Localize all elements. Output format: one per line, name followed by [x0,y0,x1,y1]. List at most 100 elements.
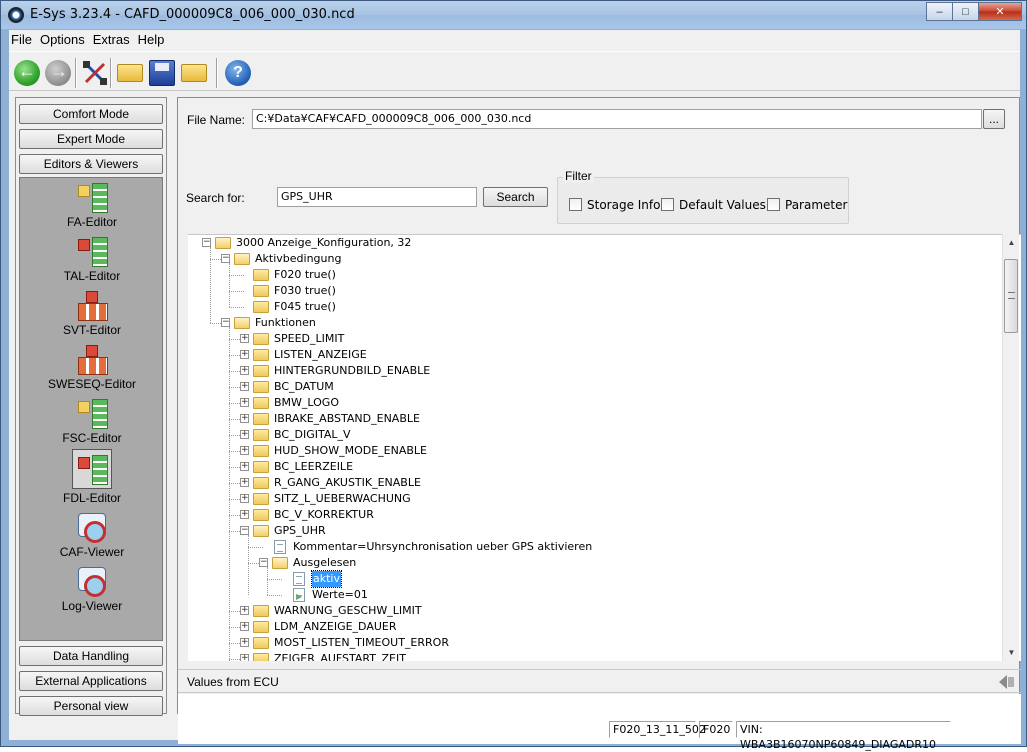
data-handling-button[interactable]: Data Handling [19,646,163,666]
tree-node[interactable]: + MOST_LISTEN_TIMEOUT_ERROR [188,635,1003,651]
tree-node[interactable]: + R_GANG_AKUSTIK_ENABLE [188,475,1003,491]
tree-node[interactable]: + IBRAKE_ABSTAND_ENABLE [188,411,1003,427]
tree-node[interactable]: − Funktionen [188,315,1003,331]
collapse-toggle-icon[interactable]: − [202,238,211,247]
expand-toggle-icon[interactable]: + [240,478,249,487]
personal-view-button[interactable]: Personal view [19,696,163,716]
fsc-editor-icon [76,397,108,429]
close-button[interactable]: ✕ [978,2,1022,21]
maximize-button[interactable]: □ [952,2,979,21]
tree-node[interactable]: − GPS_UHR [188,523,1003,539]
help-icon[interactable]: ? [225,60,251,86]
storage-info-checkbox[interactable]: Storage Info [569,198,660,212]
expand-toggle-icon[interactable]: + [240,654,249,661]
collapse-toggle-icon[interactable]: − [221,254,230,263]
open-folder-icon[interactable] [117,64,143,82]
tree-node[interactable]: + BC_DIGITAL_V [188,427,1003,443]
fsc-editor-item[interactable]: FSC-Editor [20,397,164,445]
tree-vertical-scrollbar[interactable]: ▲ ▼ [1002,234,1019,661]
tree-node[interactable]: aktiv [188,570,1003,588]
expand-toggle-icon[interactable]: + [240,350,249,359]
expand-toggle-icon[interactable]: + [240,398,249,407]
expand-toggle-icon[interactable]: + [240,494,249,503]
expand-toggle-icon[interactable]: + [240,622,249,631]
expand-toggle-icon[interactable]: + [240,334,249,343]
parameter-checkbox[interactable]: Parameter [767,198,847,212]
search-button[interactable]: Search [483,187,548,207]
tree-node[interactable]: + SPEED_LIMIT [188,331,1003,347]
collapse-toggle-icon[interactable]: − [240,526,249,535]
forward-icon[interactable] [45,60,71,86]
tree-node[interactable]: F045 true() [188,299,1003,315]
file-name-field[interactable]: C:¥Data¥CAF¥CAFD_000009C8_006_000_030.nc… [252,109,982,129]
tal-editor-item[interactable]: TAL-Editor [20,235,164,283]
tree-node-label: F045 true() [274,300,336,313]
minimize-button[interactable]: – [926,2,953,21]
expand-toggle-icon[interactable]: + [240,414,249,423]
cafd-tree[interactable]: −3000 Anzeige_Konfiguration, 32− Aktivbed… [188,234,1021,661]
tree-node[interactable]: F020 true() [188,267,1003,283]
menu-help[interactable]: Help [134,30,169,50]
collapse-toggle-icon[interactable]: − [259,558,268,567]
tree-node[interactable]: + HUD_SHOW_MODE_ENABLE [188,443,1003,459]
tree-node[interactable]: + BMW_LOGO [188,395,1003,411]
tree-node[interactable]: + HINTERGRUNDBILD_ENABLE [188,363,1003,379]
expand-toggle-icon[interactable]: + [240,430,249,439]
collapse-toggle-icon[interactable]: − [221,318,230,327]
title-bar[interactable]: E-Sys 3.23.4 - CAFD_000009C8_006_000_030… [1,1,1026,29]
folder-icon [253,413,269,425]
default-values-checkbox[interactable]: Default Values [661,198,766,212]
tree-node[interactable]: − 3000 Anzeige_Konfiguration, 32 [188,235,1003,251]
tree-node[interactable]: + SITZ_L_UEBERWACHUNG [188,491,1003,507]
menu-extras[interactable]: Extras [89,30,134,50]
tree-node[interactable]: + BC_V_KORREKTUR [188,507,1003,523]
scroll-up-arrow[interactable]: ▲ [1003,234,1020,251]
tree-node[interactable]: + BC_LEERZEILE [188,459,1003,475]
tree-node[interactable]: + WARNUNG_GESCHW_LIMIT [188,603,1003,619]
editors-viewers-button[interactable]: Editors & Viewers [19,154,163,174]
tree-node-label: BC_LEERZEILE [274,460,354,473]
tree-node[interactable]: F030 true() [188,283,1003,299]
external-applications-button[interactable]: External Applications [19,671,163,691]
tree-node[interactable]: + ZEIGER_AUFSTART_ZEIT [188,651,1003,661]
search-input[interactable]: GPS_UHR [277,187,477,207]
expand-toggle-icon[interactable]: + [240,462,249,471]
menu-file[interactable]: File [9,30,36,50]
checkbox-box[interactable] [661,198,674,211]
svt-editor-item[interactable]: SVT-Editor [20,289,164,337]
menu-options[interactable]: Options [36,30,89,50]
open-file-icon[interactable] [181,64,207,82]
save-icon[interactable] [149,60,175,86]
fdl-editor-item[interactable]: FDL-Editor [20,449,164,505]
expand-toggle-icon[interactable]: + [240,606,249,615]
tree-node[interactable]: Kommentar=Uhrsynchronisation ueber GPS a… [188,539,1003,555]
folder-icon [253,477,269,489]
tree-node[interactable]: − Ausgelesen [188,555,1003,571]
tree-node[interactable]: + BC_DATUM [188,379,1003,395]
expand-toggle-icon[interactable]: + [240,510,249,519]
expert-mode-button[interactable]: Expert Mode [19,129,163,149]
scroll-down-arrow[interactable]: ▼ [1003,644,1020,661]
collapse-arrow-icon[interactable] [999,675,1015,689]
checkbox-box[interactable] [767,198,780,211]
fdl-editor-panel: File Name: C:¥Data¥CAF¥CAFD_000009C8_006… [177,97,1021,744]
browse-button[interactable]: ... [983,109,1005,129]
sweseq-editor-item[interactable]: SWESEQ-Editor [20,343,164,391]
connect-icon[interactable] [82,60,108,86]
tree-node[interactable]: + LISTEN_ANZEIGE [188,347,1003,363]
expand-toggle-icon[interactable]: + [240,638,249,647]
tree-node[interactable]: + LDM_ANZEIGE_DAUER [188,619,1003,635]
fa-editor-item[interactable]: FA-Editor [20,181,164,229]
expand-toggle-icon[interactable]: + [240,366,249,375]
expand-toggle-icon[interactable]: + [240,382,249,391]
back-icon[interactable] [14,60,40,86]
log-viewer-item[interactable]: Log-Viewer [20,565,164,613]
checkbox-box[interactable] [569,198,582,211]
comfort-mode-button[interactable]: Comfort Mode [19,104,163,124]
file-name-label: File Name: [187,113,246,127]
tree-node[interactable]: − Aktivbedingung [188,251,1003,267]
caf-viewer-item[interactable]: CAF-Viewer [20,511,164,559]
tree-node[interactable]: Werte=01 [188,587,1003,603]
expand-toggle-icon[interactable]: + [240,446,249,455]
scroll-thumb[interactable] [1004,259,1018,333]
